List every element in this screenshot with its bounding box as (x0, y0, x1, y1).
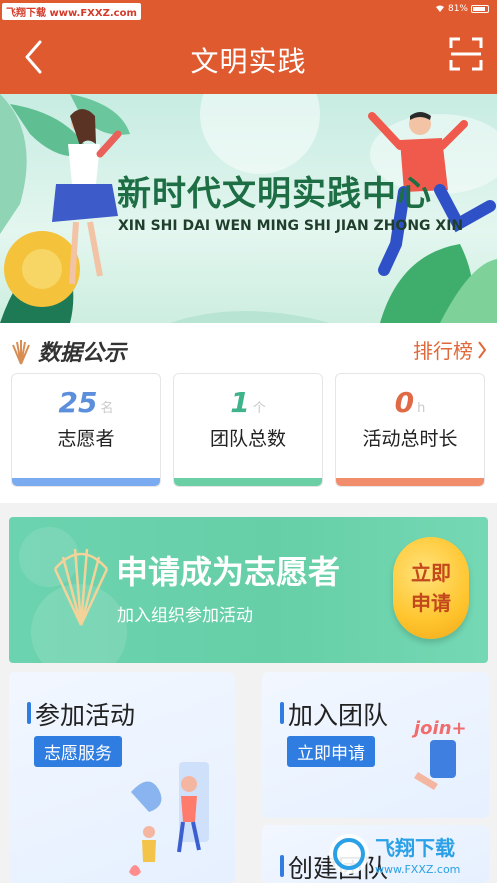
apply-now-button[interactable]: 立即申请 (393, 537, 469, 639)
banner-title: 新时代文明实践中心 (117, 174, 432, 214)
chevron-right-icon (478, 340, 487, 359)
data-section: 数据公示 排行榜 25 名 志愿者 1个 团队总数 0h 活动总时长 (0, 323, 497, 503)
tile-join-team[interactable]: 加入团队 立即申请 join+ (262, 672, 489, 818)
stat-number: 0 (394, 386, 415, 419)
battery-icon (471, 5, 489, 13)
apply-subtitle: 加入组织参加活动 (117, 606, 253, 626)
stat-label: 团队总数 (209, 428, 286, 450)
stat-unit: 名 (100, 401, 114, 416)
stat-value: 25 名 (12, 386, 160, 419)
tile-join-activity[interactable]: 参加活动 志愿服务 (9, 672, 235, 883)
stat-number: 1 (230, 386, 250, 419)
banner-subtitle: XIN SHI DAI WEN MING SHI JIAN ZHONG XIN (118, 218, 464, 234)
data-section-header: 数据公示 (10, 335, 126, 367)
page-title: 文明实践 (190, 45, 307, 78)
watermark-logo: 飞翔下载 www.FXXZ.com (329, 834, 460, 876)
battery-indicator: 81% (435, 4, 489, 14)
leaderboard-link[interactable]: 排行榜 (413, 335, 487, 364)
stat-bar (12, 478, 160, 486)
stat-unit: h (417, 401, 426, 416)
wifi-icon (435, 5, 444, 12)
fan-logo-icon (12, 340, 30, 365)
stat-value: 0h (336, 386, 484, 419)
watermark-tag: 飞翔下载 www.FXXZ.com (2, 3, 141, 20)
status-bar: 飞翔下载 www.FXXZ.com 81% (0, 0, 497, 20)
data-section-title: 数据公示 (38, 341, 127, 366)
watermark-url: www.FXXZ.com (375, 863, 460, 876)
join-art-text: join+ (411, 718, 467, 739)
banner[interactable]: 新时代文明实践中心 XIN SHI DAI WEN MING SHI JIAN … (0, 94, 497, 323)
volunteer-apply-card[interactable]: 申请成为志愿者 加入组织参加活动 立即申请 (9, 517, 488, 663)
apply-now-label: 立即申请 (411, 561, 451, 615)
activity-illustration (129, 762, 209, 876)
join-illustration: join+ (411, 718, 467, 790)
stat-card-teams[interactable]: 1个 团队总数 (173, 373, 323, 487)
stat-value: 1个 (174, 386, 322, 419)
watermark-brand: 飞翔下载 (375, 836, 455, 860)
scan-icon (449, 37, 483, 71)
stat-number: 25 (58, 386, 98, 419)
stat-card-hours[interactable]: 0h 活动总时长 (335, 373, 485, 487)
stat-bar (174, 478, 322, 486)
stat-label: 活动总时长 (362, 428, 458, 450)
stat-label: 志愿者 (57, 428, 115, 450)
stat-card-volunteers[interactable]: 25 名 志愿者 (11, 373, 161, 487)
stat-unit: 个 (252, 401, 266, 416)
apply-title: 申请成为志愿者 (116, 553, 341, 591)
battery-percent: 81% (447, 4, 468, 14)
leaderboard-label: 排行榜 (413, 339, 473, 363)
scan-button[interactable] (449, 37, 483, 71)
tile-accent-bar (280, 855, 284, 877)
nav-bar: 文明实践 (0, 20, 497, 94)
stat-bar (336, 478, 484, 486)
